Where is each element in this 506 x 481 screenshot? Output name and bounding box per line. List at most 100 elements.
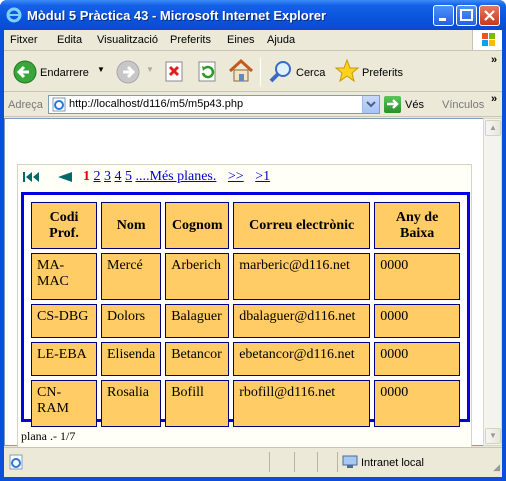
minimize-button[interactable]	[433, 5, 454, 26]
page-content: 1 2 3 4 5 ....Més planes. >> >1 Codi Pro…	[4, 118, 483, 451]
search-button-label[interactable]: Cerca	[296, 67, 325, 79]
favorites-button-label[interactable]: Preferits	[362, 67, 403, 79]
status-divider	[294, 452, 295, 472]
cell-email: rbofill@d116.net	[233, 380, 371, 427]
address-url[interactable]: http://localhost/d116/m5/m5p43.php	[69, 98, 243, 110]
cell-code: MA-MAC	[31, 253, 97, 300]
table-row: MA-MAC Mercé Arberich marberic@d116.net …	[31, 253, 460, 300]
scroll-up-button[interactable]: ▲	[485, 120, 501, 136]
menu-edit[interactable]: Edita	[57, 34, 82, 46]
home-icon[interactable]	[227, 58, 255, 84]
intranet-zone-icon	[342, 455, 358, 468]
forward-arrow-icon[interactable]	[115, 59, 141, 85]
column-header: Any de Baixa	[374, 202, 460, 249]
page-link[interactable]: 5	[125, 169, 132, 184]
address-label: Adreça	[8, 99, 43, 111]
stop-icon[interactable]	[164, 61, 186, 83]
last-page-link[interactable]: >1	[255, 169, 270, 184]
favorites-star-icon[interactable]	[334, 58, 360, 84]
back-history-dropdown-icon[interactable]: ▼	[97, 65, 105, 74]
toolbar-overflow-chevron-icon[interactable]: »	[491, 54, 497, 66]
scroll-down-button[interactable]: ▼	[485, 428, 501, 444]
window-title: Mòdul 5 Pràctica 43 - Microsoft Internet…	[27, 8, 327, 23]
page-loaded-icon	[9, 454, 23, 470]
windows-logo-icon	[482, 33, 495, 46]
status-divider	[337, 452, 338, 472]
cell-email: ebetancor@d116.net	[233, 342, 371, 376]
close-icon	[484, 10, 495, 21]
previous-page-icon[interactable]	[56, 171, 74, 183]
cell-leave-year: 0000	[374, 342, 460, 376]
links-label[interactable]: Vínculos	[442, 99, 484, 111]
browser-client-area: Fitxer Edita Visualització Preferits Ein…	[4, 30, 502, 477]
toolbar-separator	[260, 58, 261, 86]
status-divider	[317, 452, 318, 472]
menu-bar: Fitxer Edita Visualització Preferits Ein…	[4, 30, 502, 51]
column-header: Codi Prof.	[31, 202, 97, 249]
go-button[interactable]	[384, 96, 401, 113]
page-icon	[52, 97, 66, 112]
cell-surname: Arberich	[165, 253, 230, 300]
page-info-text: plana .- 1/7	[21, 429, 76, 443]
next-pages-link[interactable]: >>	[228, 169, 244, 184]
cell-leave-year: 0000	[374, 380, 460, 427]
cell-name: Elisenda	[101, 342, 162, 376]
table-row: CS-DBG Dolors Balaguer dbalaguer@d116.ne…	[31, 304, 460, 338]
cell-name: Mercé	[101, 253, 162, 300]
menu-favorites[interactable]: Preferits	[170, 34, 211, 46]
more-pages-link[interactable]: ....Més planes.	[136, 169, 217, 184]
close-button[interactable]	[479, 5, 500, 26]
cell-email: marberic@d116.net	[233, 253, 371, 300]
grid-panel: 1 2 3 4 5 ....Més planes. >> >1 Codi Pro…	[17, 164, 472, 451]
minimize-icon	[439, 18, 446, 21]
cell-surname: Bofill	[165, 380, 230, 427]
page-link[interactable]: 3	[104, 169, 111, 184]
menu-help[interactable]: Ajuda	[267, 34, 295, 46]
go-label[interactable]: Vés	[405, 99, 424, 111]
status-divider	[269, 452, 270, 472]
column-header: Nom	[101, 202, 162, 249]
column-header: Correu electrònic	[233, 202, 371, 249]
title-bar: Mòdul 5 Pràctica 43 - Microsoft Internet…	[0, 0, 506, 30]
cell-email: dbalaguer@d116.net	[233, 304, 371, 338]
forward-history-dropdown-icon[interactable]: ▼	[146, 65, 154, 74]
menu-tools[interactable]: Eines	[227, 34, 255, 46]
current-page-number: 1	[83, 169, 90, 184]
cell-surname: Betancor	[165, 342, 230, 376]
cell-leave-year: 0000	[374, 304, 460, 338]
table-row: CN-RAM Rosalia Bofill rbofill@d116.net 0…	[31, 380, 460, 427]
refresh-icon[interactable]	[197, 61, 219, 83]
resize-grip-icon[interactable]: ◢	[493, 462, 500, 473]
address-bar: Adreça http://localhost/d116/m5/m5p43.ph…	[4, 93, 502, 117]
page-link[interactable]: 4	[115, 169, 122, 184]
back-button-label[interactable]: Endarrere	[40, 67, 89, 79]
address-input[interactable]: http://localhost/d116/m5/m5p43.php	[48, 95, 380, 114]
search-icon[interactable]	[268, 59, 294, 85]
status-bar: Intranet local ◢	[4, 447, 502, 477]
windows-flag-logo	[472, 30, 502, 50]
data-grid-frame: Codi Prof. Nom Cognom Correu electrònic …	[21, 192, 470, 427]
maximize-icon	[460, 9, 473, 21]
address-dropdown-button[interactable]	[362, 96, 379, 113]
cell-code: CS-DBG	[31, 304, 97, 338]
pager: 1 2 3 4 5 ....Més planes. >> >1	[22, 169, 270, 189]
back-arrow-icon[interactable]	[12, 59, 38, 85]
column-header: Cognom	[165, 202, 230, 249]
standard-toolbar: Endarrere ▼ ▼ Cerca Preferits »	[4, 52, 502, 92]
first-page-icon[interactable]	[22, 171, 42, 183]
menu-file[interactable]: Fitxer	[10, 34, 38, 46]
cell-name: Dolors	[101, 304, 162, 338]
go-arrow-icon	[387, 99, 399, 109]
cell-surname: Balaguer	[165, 304, 230, 338]
table-header-row: Codi Prof. Nom Cognom Correu electrònic …	[31, 202, 460, 249]
security-zone-label: Intranet local	[361, 457, 424, 469]
menu-view[interactable]: Visualització	[97, 34, 158, 46]
links-overflow-chevron-icon[interactable]: »	[491, 93, 497, 105]
internet-explorer-icon	[6, 7, 22, 23]
cell-code: CN-RAM	[31, 380, 97, 427]
maximize-button[interactable]	[456, 5, 477, 26]
cell-code: LE-EBA	[31, 342, 97, 376]
page-link[interactable]: 2	[94, 169, 101, 184]
table-row: LE-EBA Elisenda Betancor ebetancor@d116.…	[31, 342, 460, 376]
vertical-scrollbar[interactable]: ▲ ▼	[483, 118, 502, 446]
